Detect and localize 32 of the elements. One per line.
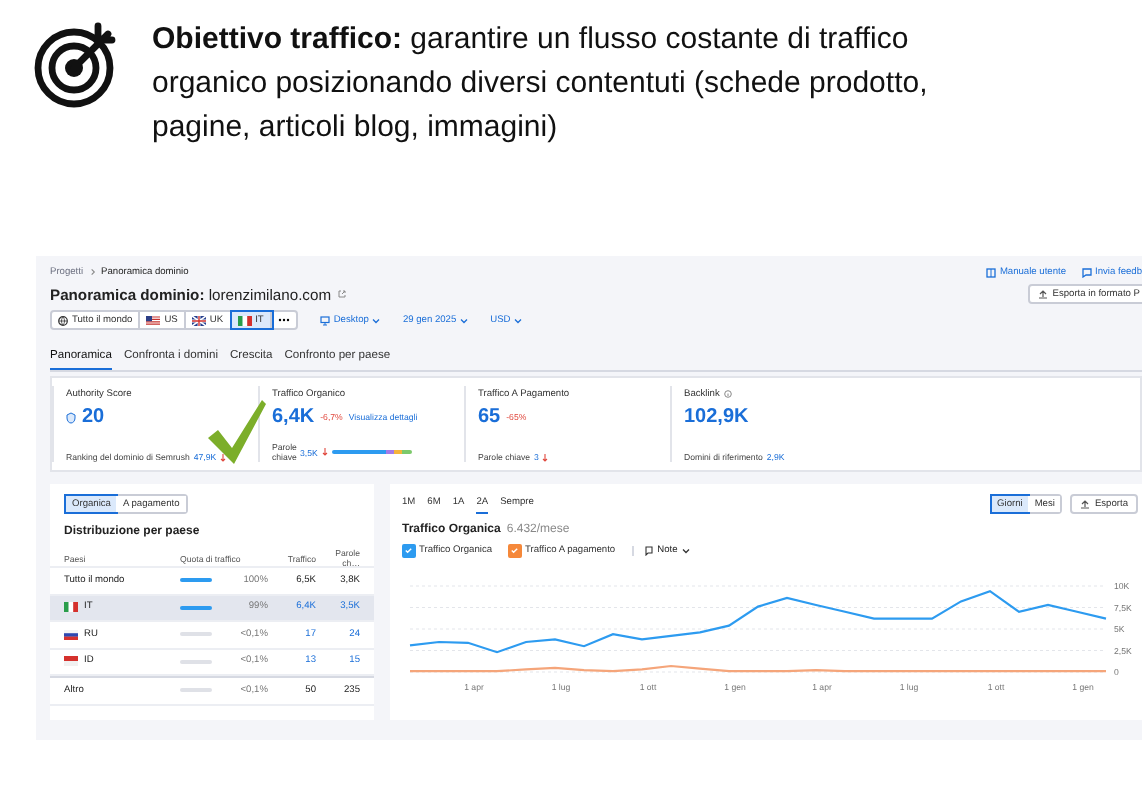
chevron-icon <box>89 268 96 276</box>
note-icon <box>643 545 654 556</box>
caret-icon <box>681 547 690 554</box>
chat-icon <box>1082 267 1093 277</box>
external-link-icon <box>337 290 346 298</box>
trend-down-icon <box>321 448 328 456</box>
shield-icon <box>66 411 76 423</box>
flag-icon <box>191 315 206 325</box>
metric-value: 20 <box>82 406 105 428</box>
caret-icon <box>372 317 381 323</box>
metric-value: 6,4K <box>272 406 315 428</box>
trend-down-icon <box>220 453 227 461</box>
upload-icon <box>1080 499 1091 509</box>
globe-icon <box>58 315 68 325</box>
caret-icon <box>460 317 469 323</box>
flag-icon <box>146 315 161 325</box>
book-icon <box>986 267 997 277</box>
legend-checkbox[interactable] <box>508 544 522 557</box>
legend-checkbox[interactable] <box>402 544 415 557</box>
flag-icon <box>64 656 78 667</box>
flag-icon <box>64 602 78 613</box>
metric-value: 102,9K <box>684 406 749 428</box>
keyword-distribution-bar <box>331 449 412 455</box>
metric-value: 65 <box>478 406 501 428</box>
caret-icon <box>514 317 523 323</box>
upload-icon <box>1038 289 1049 299</box>
info-icon <box>723 390 732 398</box>
flag-icon <box>64 629 78 640</box>
trend-down-icon <box>542 453 549 461</box>
flag-icon <box>237 315 252 325</box>
monitor-icon <box>319 315 330 325</box>
heading-text: Obiettivo traffico: garantire un flusso costante di traffico organico posizionando diversi contentuti (schede prodotto, pagine, articoli blog, immagini) <box>152 20 930 148</box>
